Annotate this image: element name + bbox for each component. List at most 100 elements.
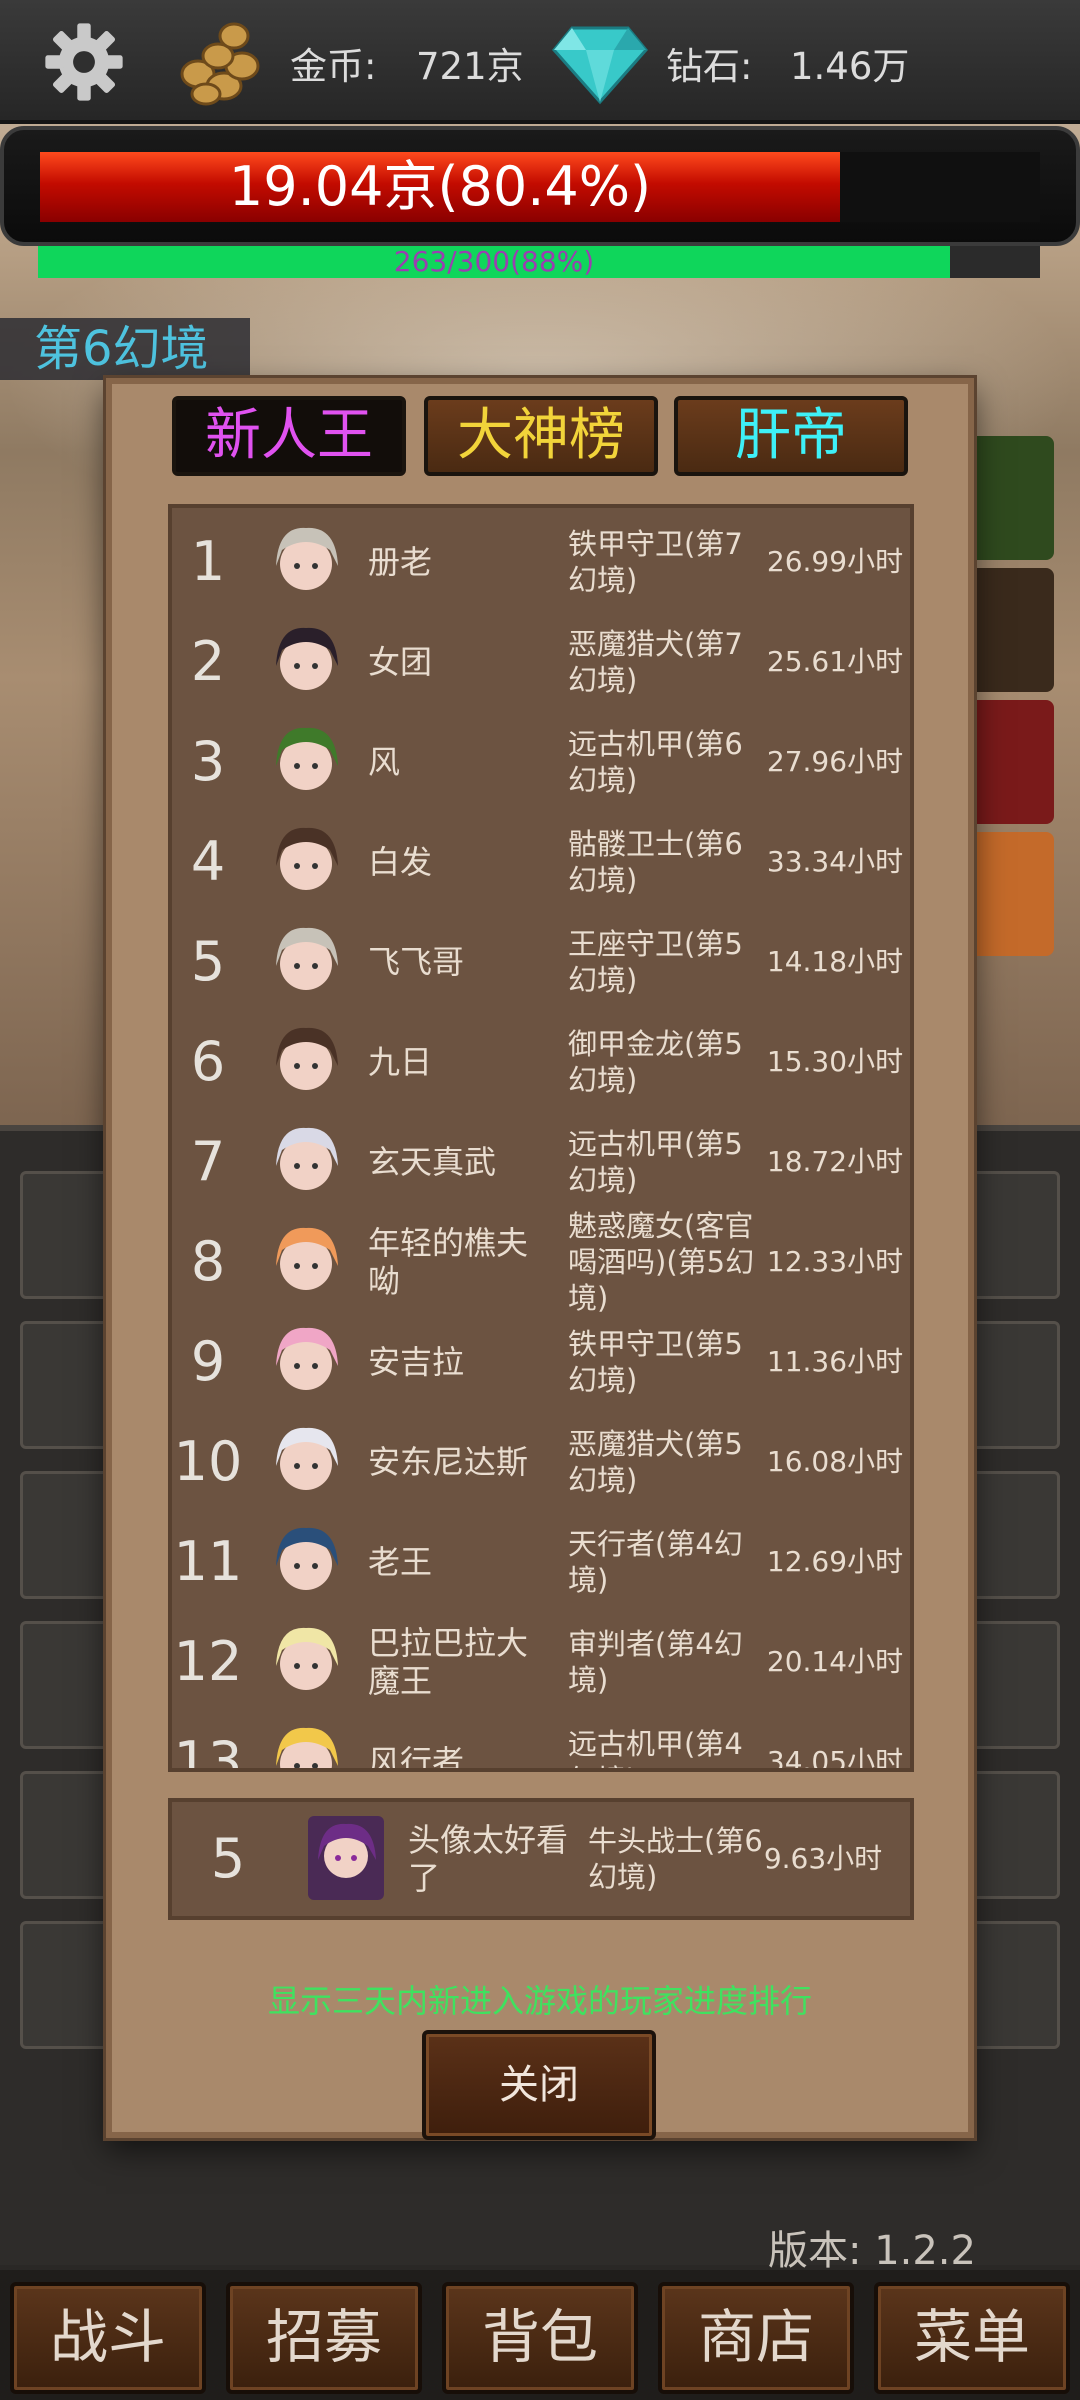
player-name: 风行者 [368,1743,465,1772]
player-avatar[interactable] [268,1720,344,1772]
rank-number: 10 [173,1430,243,1493]
player-boss: 远古机甲(第5幻境) [568,1127,743,1197]
player-avatar[interactable] [268,1520,344,1604]
player-time: 20.14小时 [766,1645,904,1678]
player-time: 18.72小时 [766,1145,904,1178]
tab-newcomer[interactable]: 新人王 [172,396,406,476]
player-time: 25.61小时 [766,645,904,678]
diamond-value: 1.46万 [790,45,910,88]
rank-row: 11 老王 天行者(第4幻境) 12.69小时 [172,1512,910,1612]
player-avatar[interactable] [268,1320,344,1404]
player-boss: 远古机甲(第6幻境) [568,727,743,797]
player-avatar[interactable] [268,620,344,704]
rank-row: 3 风 远古机甲(第6幻境) 27.96小时 [172,712,910,812]
player-avatar[interactable] [268,1620,344,1704]
player-boss: 王座守卫(第5幻境) [568,927,743,997]
rank-number: 4 [190,830,226,893]
player-avatar[interactable] [268,1120,344,1204]
rank-number: 11 [173,1530,243,1593]
nav-shop[interactable]: 商店 [658,2282,854,2394]
player-name: 女团 [368,643,433,681]
tab-masters[interactable]: 大神榜 [424,396,658,476]
player-boss: 天行者(第4幻境) [568,1527,743,1597]
gold-label: 金币: [290,45,377,88]
rank-number: 7 [190,1130,226,1193]
gold-coins-icon [180,22,260,106]
player-boss: 铁甲守卫(第5幻境) [568,1327,743,1397]
my-player-name: 头像太好看了 [408,1821,569,1897]
resource-bar: 金币: 721京 钻石: 1.46万 [0,0,1080,124]
boss-thumb-knight[interactable] [968,700,1054,824]
rank-number: 13 [173,1730,243,1772]
nav-backpack[interactable]: 背包 [442,2282,638,2394]
settings-gear-icon[interactable] [42,20,126,104]
player-boss: 铁甲守卫(第7幻境) [568,527,743,597]
player-avatar[interactable] [268,1220,344,1304]
player-time: 11.36小时 [766,1345,904,1378]
player-boss: 魅惑魔女(客官喝酒吗)(第5幻境) [568,1209,755,1315]
rank-number: 3 [190,730,226,793]
nav-recruit[interactable]: 招募 [226,2282,422,2394]
player-name: 白发 [368,843,433,881]
close-button[interactable]: 关闭 [422,2030,656,2140]
my-avatar[interactable] [308,1816,384,1900]
tab-label: 新人王 [205,403,373,468]
rank-row: 13 风行者 远古机甲(第4幻境) 34.05小时 [172,1712,910,1772]
boss-thumb-dragon[interactable] [968,436,1054,560]
rank-row: 7 玄天真武 远古机甲(第5幻境) 18.72小时 [172,1112,910,1212]
player-time: 12.69小时 [766,1545,904,1578]
rank-row: 5 飞飞哥 王座守卫(第5幻境) 14.18小时 [172,912,910,1012]
nav-menu[interactable]: 菜单 [874,2282,1070,2394]
rank-number: 9 [190,1330,226,1393]
player-boss: 恶魔猎犬(第7幻境) [568,627,743,697]
player-avatar[interactable] [268,720,344,804]
player-avatar[interactable] [268,520,344,604]
player-name: 老王 [368,1543,433,1581]
version-label: 版本: 1.2.2 [768,2228,976,2274]
player-time: 27.96小时 [766,745,904,778]
player-name: 巴拉巴拉大魔王 [368,1624,529,1700]
my-rank-row: 5 头像太好看了 牛头战士(第6幻境) 9.63小时 [168,1798,914,1920]
player-time: 33.34小时 [766,845,904,878]
rank-row: 8 年轻的樵夫呦 魅惑魔女(客官喝酒吗)(第5幻境) 12.33小时 [172,1209,910,1315]
gold-value: 721京 [416,45,524,88]
player-time: 34.05小时 [766,1745,904,1772]
player-boss: 远古机甲(第4幻境) [568,1727,743,1768]
rank-number: 12 [173,1630,243,1693]
player-time: 15.30小时 [766,1045,904,1078]
player-avatar[interactable] [268,1020,344,1104]
player-avatar[interactable] [268,920,344,1004]
tab-label: 肝帝 [735,403,847,468]
player-name: 飞飞哥 [368,943,465,981]
rank-number: 8 [190,1230,226,1293]
player-time: 16.08小时 [766,1445,904,1478]
player-avatar[interactable] [268,1420,344,1504]
my-rank-number: 5 [210,1827,246,1890]
my-time: 9.63小时 [763,1842,883,1875]
diamond-icon [552,26,648,105]
rank-row: 1 册老 铁甲守卫(第7幻境) 26.99小时 [172,512,910,612]
player-boss: 恶魔猎犬(第5幻境) [568,1427,743,1497]
rank-row: 12 巴拉巴拉大魔王 审判者(第4幻境) 20.14小时 [172,1612,910,1712]
stage-progress-text: 263/300(88%) [393,245,595,278]
rank-row: 10 安东尼达斯 恶魔猎犬(第5幻境) 16.08小时 [172,1412,910,1512]
tab-grinder[interactable]: 肝帝 [674,396,908,476]
player-boss: 骷髅卫士(第6幻境) [568,827,743,897]
tab-label: 大神榜 [457,403,625,468]
player-name: 安东尼达斯 [368,1443,529,1481]
rank-row: 9 安吉拉 铁甲守卫(第5幻境) 11.36小时 [172,1312,910,1412]
player-time: 12.33小时 [766,1245,904,1278]
player-avatar[interactable] [268,820,344,904]
player-name: 九日 [368,1043,433,1081]
player-boss: 御甲金龙(第5幻境) [568,1027,743,1097]
player-name: 风 [368,743,401,781]
boss-thumb-skull[interactable] [968,568,1054,692]
stage-label: 第6幻境 [0,318,250,380]
boss-thumb-demon[interactable] [968,832,1054,956]
diamond-label: 钻石: [666,45,753,88]
player-name: 玄天真武 [368,1143,497,1181]
ranking-list[interactable]: 1 册老 铁甲守卫(第7幻境) 26.99小时 2 女团 恶魔猎犬(第7幻境) 25.61小时… [168,504,914,1772]
rank-row: 6 九日 御甲金龙(第5幻境) 15.30小时 [172,1012,910,1112]
nav-battle[interactable]: 战斗 [10,2282,206,2394]
rank-number: 2 [190,630,226,693]
